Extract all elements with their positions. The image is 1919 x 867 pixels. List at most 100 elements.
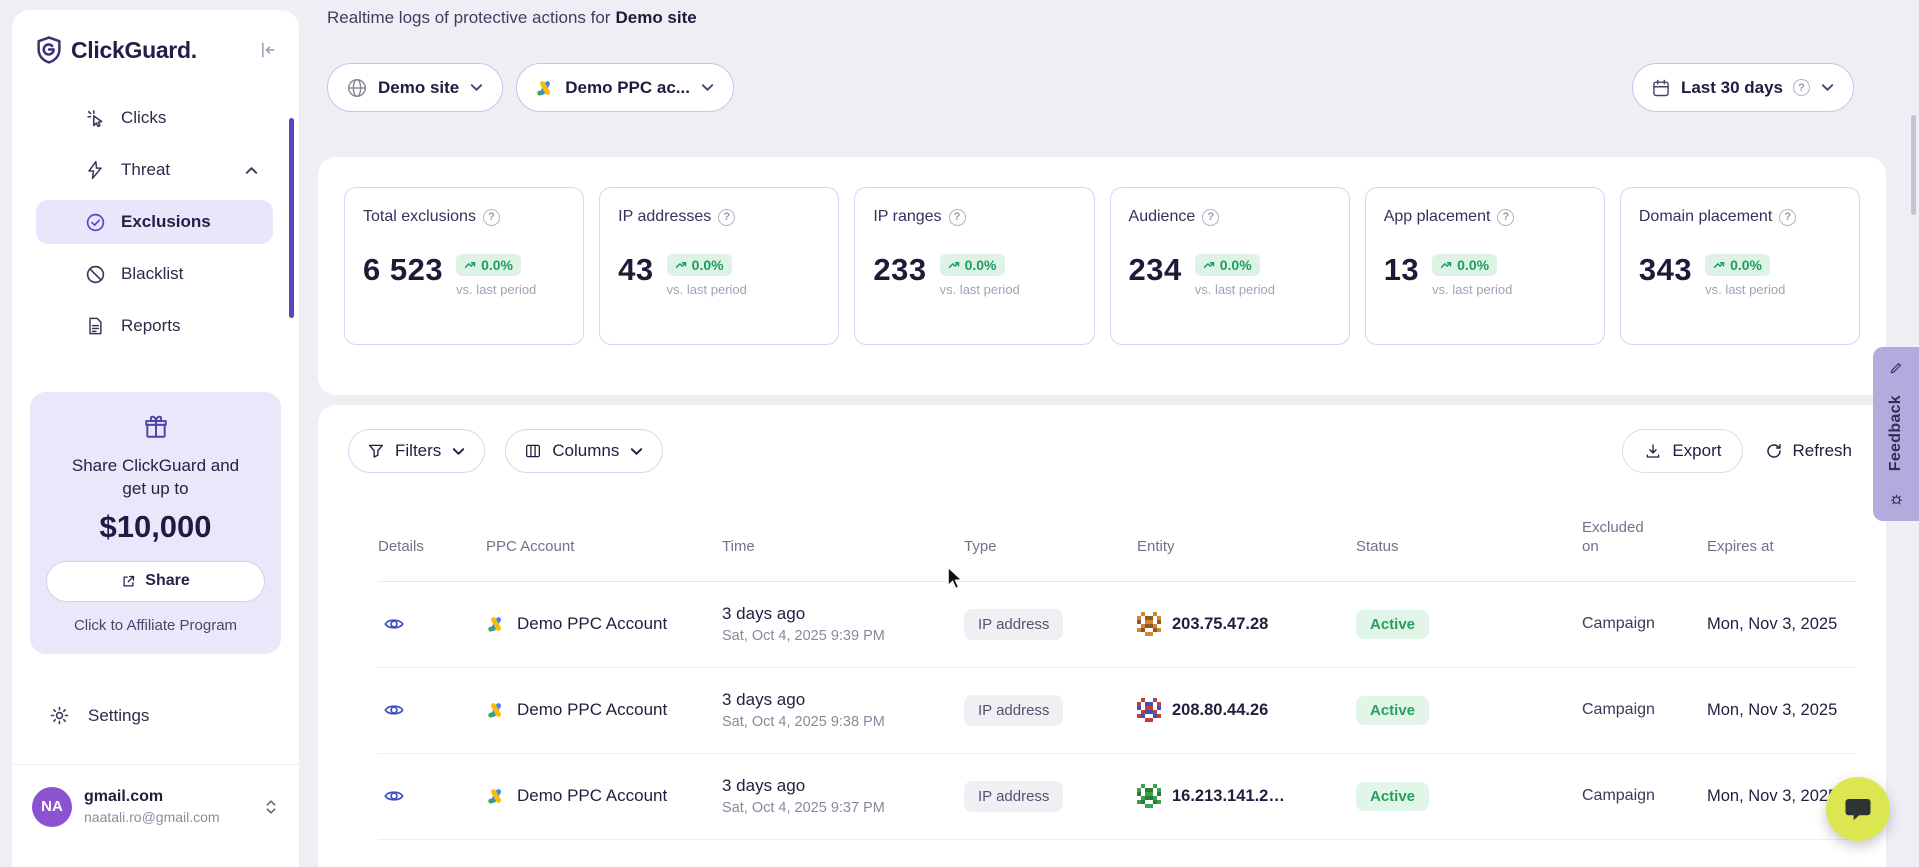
document-icon (84, 315, 106, 337)
stat-value: 234 (1129, 252, 1182, 288)
table-row: Demo PPC Account 3 days ago Sat, Oct 4, 2… (378, 582, 1856, 668)
google-ads-icon (486, 700, 506, 720)
trend-badge: 0.0% (456, 254, 521, 276)
stat-label: Total exclusions (363, 208, 476, 226)
view-details-button[interactable] (383, 699, 405, 721)
date-range-selector[interactable]: Last 30 days (1632, 63, 1854, 112)
sidebar-item-settings[interactable]: Settings (12, 694, 299, 738)
expires-at-value: Mon, Nov 3, 2025 (1707, 701, 1856, 720)
brand-name: ClickGuard. (71, 37, 197, 64)
stat-value: 343 (1639, 252, 1692, 288)
refresh-button[interactable]: Refresh (1761, 429, 1856, 473)
entity-value: 16.213.141.2… (1172, 787, 1285, 806)
google-ads-icon (486, 614, 506, 634)
help-icon[interactable] (1202, 209, 1219, 226)
stat-card-audience: Audience 234 0.0% vs. last period (1110, 187, 1350, 345)
trend-up-icon (1440, 259, 1452, 271)
account-name: Demo PPC Account (517, 614, 667, 634)
share-button[interactable]: Share (46, 561, 265, 602)
help-icon[interactable] (483, 209, 500, 226)
funnel-icon (367, 442, 385, 460)
feedback-pencil-icon (1889, 361, 1903, 375)
sidebar-item-blacklist[interactable]: Blacklist (36, 252, 273, 296)
help-icon[interactable] (718, 209, 735, 226)
feedback-bug-icon (1889, 492, 1904, 507)
sidebar-item-reports[interactable]: Reports (36, 304, 273, 348)
calendar-icon (1651, 78, 1671, 98)
stat-label: IP ranges (873, 208, 941, 226)
chevron-down-icon (451, 444, 466, 459)
entity-identicon (1137, 612, 1161, 636)
sidebar-item-clicks[interactable]: Clicks (36, 96, 273, 140)
export-button[interactable]: Export (1622, 429, 1743, 473)
columns-icon (524, 442, 542, 460)
view-details-button[interactable] (383, 785, 405, 807)
controls-bar: Demo site Demo PPC ac... Last 30 days (327, 63, 1886, 112)
gift-icon (143, 427, 169, 444)
sidebar-scrollbar[interactable] (289, 118, 294, 318)
site-selector[interactable]: Demo site (327, 63, 503, 112)
sidebar-item-label: Exclusions (121, 212, 211, 232)
shield-check-icon (84, 211, 106, 233)
refresh-icon (1765, 442, 1783, 460)
trend-up-icon (464, 259, 476, 271)
entity-identicon (1137, 784, 1161, 808)
column-header-excluded-on: Excluded on (1582, 519, 1656, 557)
chevron-up-down-icon (263, 798, 279, 816)
sidebar-item-label: Clicks (121, 108, 166, 128)
column-header-time: Time (722, 538, 964, 557)
help-icon[interactable] (1793, 79, 1810, 96)
site-name: Demo site (615, 8, 696, 27)
page-scrollbar[interactable] (1911, 115, 1916, 215)
time-relative: 3 days ago (722, 776, 964, 796)
account-name: Demo PPC Account (517, 700, 667, 720)
view-details-button[interactable] (383, 613, 405, 635)
help-icon[interactable] (949, 209, 966, 226)
feedback-tab[interactable]: Feedback (1873, 347, 1919, 521)
time-relative: 3 days ago (722, 604, 964, 624)
entity-identicon (1137, 698, 1161, 722)
excluded-on-value: Campaign (1582, 787, 1707, 805)
stat-value: 233 (873, 252, 926, 288)
table-row-partial: 3 days ago (378, 840, 1856, 867)
stat-label: App placement (1384, 208, 1491, 226)
trend-up-icon (948, 259, 960, 271)
type-badge: IP address (964, 781, 1063, 812)
promo-amount: $10,000 (46, 509, 265, 545)
share-button-label: Share (145, 572, 189, 590)
filters-button-label: Filters (395, 441, 441, 461)
trend-badge: 0.0% (1432, 254, 1497, 276)
stat-caption: vs. last period (456, 282, 536, 297)
affiliate-link[interactable]: Click to Affiliate Program (46, 617, 265, 634)
chat-bubble-icon (1843, 794, 1873, 824)
time-exact: Sat, Oct 4, 2025 9:37 PM (722, 800, 964, 816)
stat-card-app-placement: App placement 13 0.0% vs. last period (1365, 187, 1605, 345)
trend-badge: 0.0% (1195, 254, 1260, 276)
filters-button[interactable]: Filters (348, 429, 485, 473)
promo-message: Share ClickGuard and get up to (64, 455, 247, 501)
stat-value: 13 (1384, 252, 1419, 288)
chevron-down-icon (629, 444, 644, 459)
time-relative: 3 days ago (722, 690, 964, 710)
sidebar-item-exclusions[interactable]: Exclusions (36, 200, 273, 244)
account-selector[interactable]: Demo PPC ac... (516, 63, 734, 112)
stat-card-ip-ranges: IP ranges 233 0.0% vs. last period (854, 187, 1094, 345)
stat-caption: vs. last period (1705, 282, 1785, 297)
chevron-up-icon (244, 163, 259, 178)
lightning-icon (84, 159, 106, 181)
help-icon[interactable] (1497, 209, 1514, 226)
status-badge: Active (1356, 696, 1429, 725)
column-header-expires-at: Expires at (1707, 538, 1856, 557)
sidebar-item-threat[interactable]: Threat (36, 148, 273, 192)
type-badge: IP address (964, 609, 1063, 640)
help-icon[interactable] (1779, 209, 1796, 226)
chat-launcher-button[interactable] (1826, 777, 1890, 841)
eye-icon (383, 785, 405, 807)
columns-button[interactable]: Columns (505, 429, 663, 473)
user-menu[interactable]: NA gmail.com naatali.ro@gmail.com (12, 765, 299, 845)
entity-value: 208.80.44.26 (1172, 701, 1268, 720)
site-selector-value: Demo site (378, 78, 459, 98)
time-exact: Sat, Oct 4, 2025 9:39 PM (722, 628, 964, 644)
sidebar: ClickGuard. Clicks Threat Exclusions (12, 10, 299, 867)
sidebar-collapse-icon[interactable] (257, 40, 277, 60)
